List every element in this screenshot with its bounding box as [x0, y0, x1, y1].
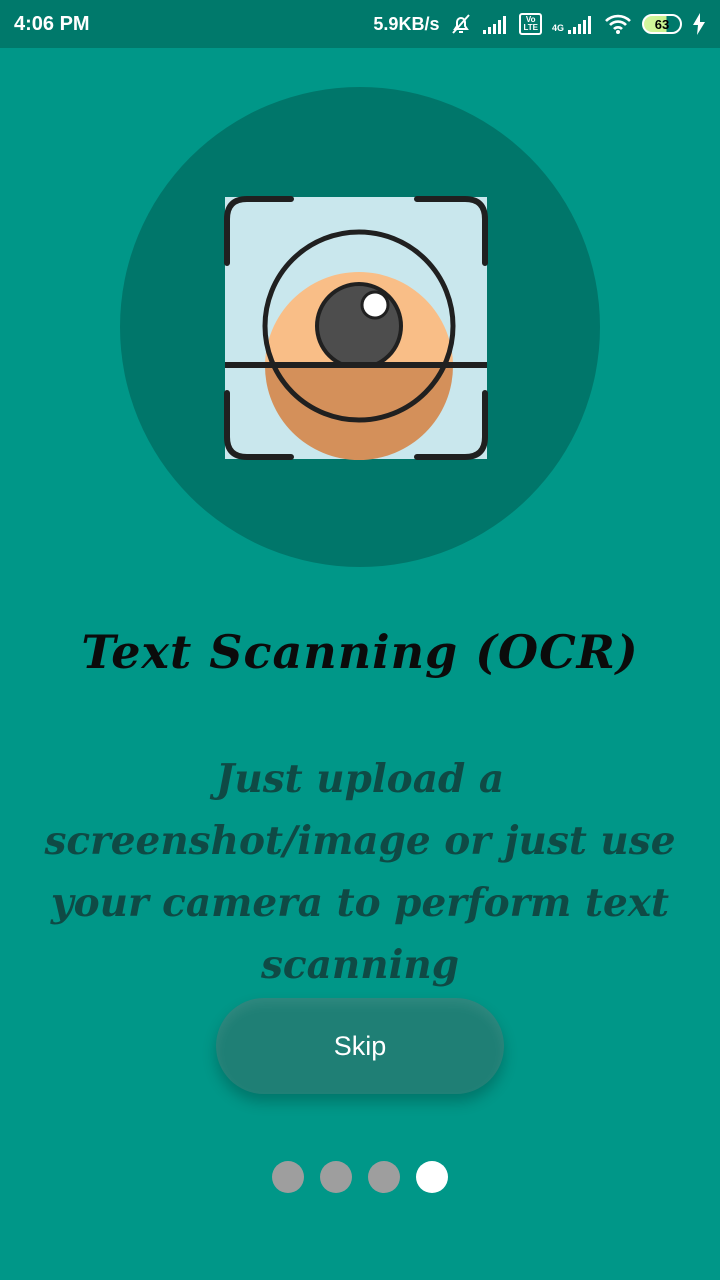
- battery-icon: 63: [642, 14, 682, 34]
- page-dot-3[interactable]: [368, 1161, 400, 1193]
- wifi-icon: [604, 13, 632, 35]
- net-speed: 5.9KB/s: [373, 13, 440, 34]
- volte-icon: Vo LTE: [519, 13, 542, 35]
- page-dot-2[interactable]: [320, 1161, 352, 1193]
- network-type: 4G: [551, 23, 564, 33]
- alarm-off-icon: [449, 12, 473, 36]
- onboarding-title: Text Scanning (OCR): [81, 625, 639, 679]
- page-indicator: [272, 1161, 448, 1193]
- skip-button[interactable]: Skip: [216, 998, 504, 1094]
- signal-icon: [483, 14, 509, 34]
- ocr-scan-eye-icon: [221, 193, 491, 463]
- status-time: 4:06 PM: [14, 12, 90, 35]
- page-dot-4-active[interactable]: [416, 1161, 448, 1193]
- page-dot-1[interactable]: [272, 1161, 304, 1193]
- status-bar: 4:06 PM 5.9KB/s Vo LTE 4G 63: [0, 0, 720, 48]
- signal-4g-icon: [568, 14, 594, 34]
- charging-icon: [692, 13, 706, 35]
- status-icons: 5.9KB/s Vo LTE 4G 63: [373, 12, 706, 36]
- onboarding-description: Just upload a screenshot/image or just u…: [44, 756, 676, 988]
